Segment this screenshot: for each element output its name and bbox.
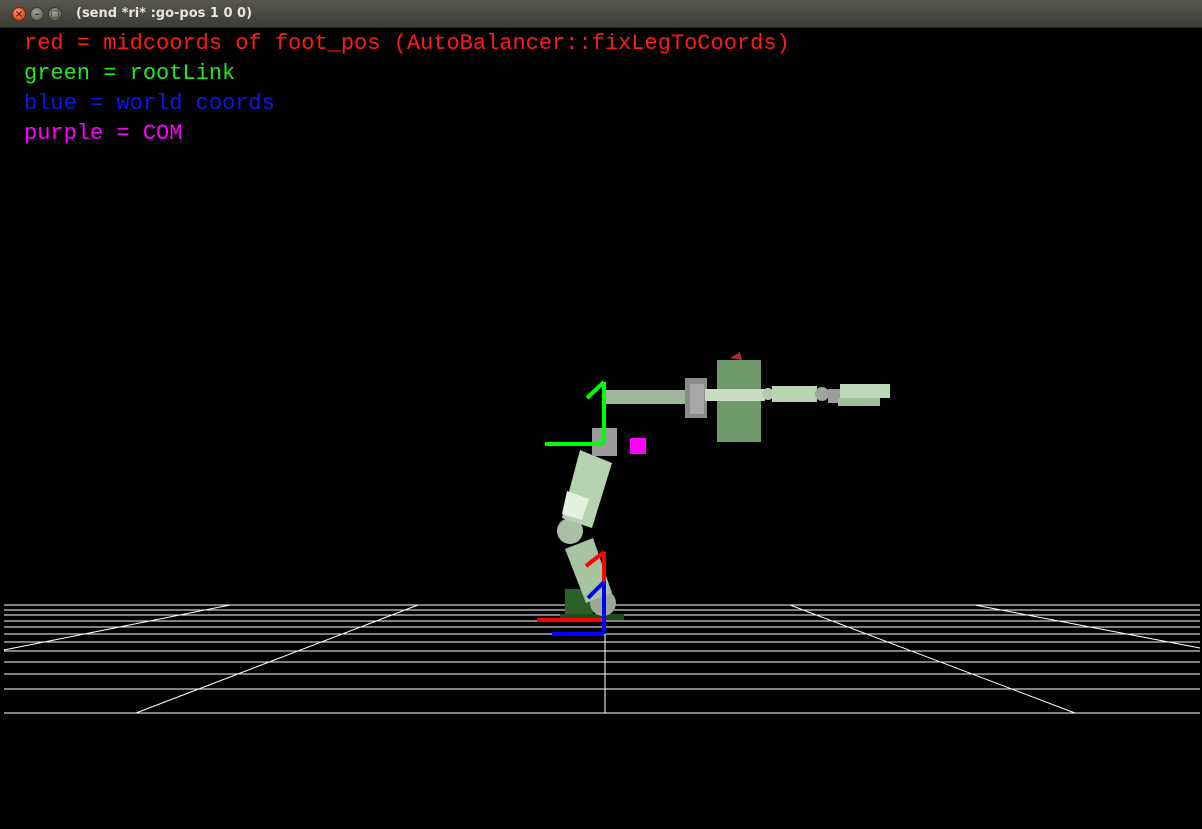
legend-midcoords: red = midcoords of foot_pos (AutoBalance… bbox=[24, 31, 790, 56]
robot-joint-block-front bbox=[690, 384, 704, 414]
robot-forearm bbox=[772, 386, 817, 402]
minimize-icon: – bbox=[34, 9, 40, 20]
robot-hand bbox=[840, 384, 890, 398]
window-title: (send *ri* :go-pos 1 0 0) bbox=[76, 6, 253, 21]
close-button[interactable]: × bbox=[12, 7, 26, 21]
robot-torso-link bbox=[602, 390, 697, 404]
legend-world-coords: blue = world coords bbox=[24, 91, 275, 116]
robot-wrist bbox=[815, 387, 829, 401]
title-bar[interactable]: × – □ (send *ri* :go-pos 1 0 0) bbox=[0, 0, 1202, 28]
close-icon: × bbox=[14, 9, 24, 20]
3d-viewport[interactable]: red = midcoords of foot_pos (AutoBalance… bbox=[0, 28, 1202, 829]
robot-upper-arm bbox=[705, 389, 765, 401]
legend-com: purple = COM bbox=[24, 121, 183, 146]
maximize-button[interactable]: □ bbox=[48, 7, 62, 21]
robot-head-tip bbox=[730, 352, 742, 360]
legend-root-link: green = rootLink bbox=[24, 61, 236, 86]
robot-fingers bbox=[838, 398, 880, 406]
maximize-icon: □ bbox=[50, 9, 60, 20]
app-window: × – □ (send *ri* :go-pos 1 0 0) red = mi… bbox=[0, 0, 1202, 829]
robot-thigh bbox=[562, 450, 612, 528]
com-marker bbox=[630, 438, 646, 454]
robot-model bbox=[557, 352, 890, 620]
minimize-button[interactable]: – bbox=[30, 7, 44, 21]
